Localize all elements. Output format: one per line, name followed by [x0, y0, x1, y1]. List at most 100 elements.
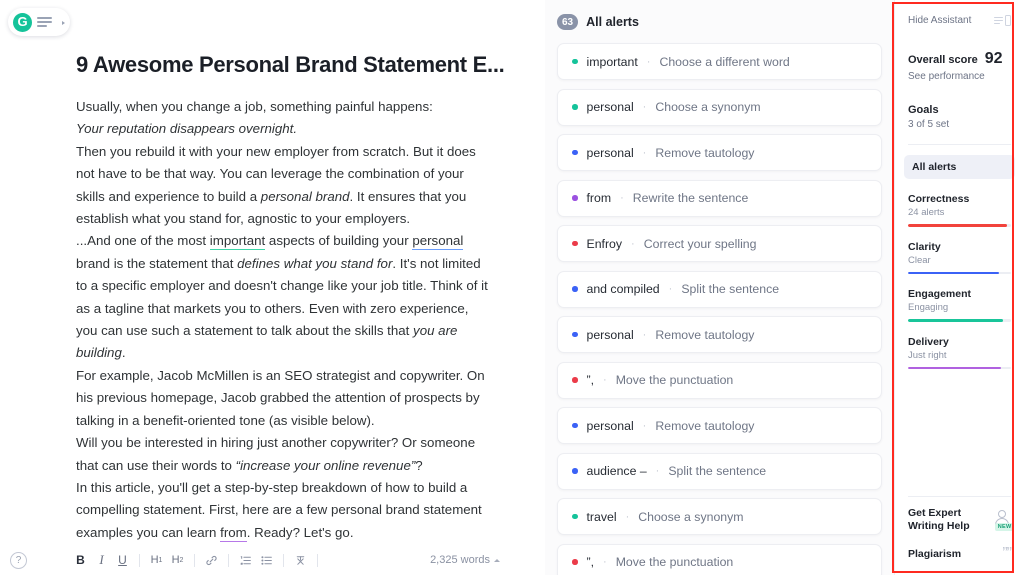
- person-icon: NEW: [994, 510, 1011, 530]
- score-category-status: Just right: [908, 350, 1011, 361]
- toolbar-divider: [139, 554, 140, 567]
- paragraph-2: Your reputation disappears overnight.: [76, 118, 488, 140]
- alert-action: Move the punctuation: [616, 373, 734, 387]
- h2-label: H: [172, 554, 180, 566]
- link-icon[interactable]: [201, 549, 222, 571]
- suggestion-underline-from[interactable]: from: [220, 525, 247, 542]
- suggestion-underline-important[interactable]: important: [210, 233, 265, 250]
- grammarly-logo-icon: G: [13, 13, 32, 32]
- sidebar-footer-divider: [908, 496, 1011, 497]
- hide-assistant-button[interactable]: Hide Assistant: [908, 0, 1011, 26]
- alert-action: Remove tautology: [655, 146, 754, 160]
- hamburger-menu-icon[interactable]: [37, 17, 52, 27]
- score-category-status: Engaging: [908, 302, 1011, 313]
- score-category[interactable]: Engagement Engaging: [908, 288, 1011, 322]
- alert-separator: ·: [643, 147, 647, 159]
- alert-severity-dot: [572, 241, 578, 247]
- paragraph-3-emphasis: personal brand: [261, 189, 350, 204]
- score-category[interactable]: ClarityClear: [908, 241, 1011, 275]
- expert-help-line-1: Get Expert: [908, 507, 970, 520]
- assistant-sidebar: Hide Assistant Overall score 92 See perf…: [894, 0, 1024, 575]
- alert-severity-dot: [572, 104, 578, 110]
- help-icon[interactable]: ?: [10, 552, 27, 569]
- bullet-list-icon[interactable]: [256, 549, 277, 571]
- alert-word: personal: [587, 328, 634, 342]
- sidebar-footer: Get Expert Writing Help NEW Plagiarism ”…: [908, 496, 1011, 575]
- score-category-bar: [908, 224, 1011, 227]
- alert-action: Move the punctuation: [616, 555, 734, 569]
- clear-formatting-icon[interactable]: [290, 549, 311, 571]
- expert-help-line-2: Writing Help: [908, 520, 970, 533]
- paragraph-4-part-c: brand is the statement that: [76, 256, 237, 271]
- new-badge: NEW: [995, 523, 1014, 531]
- heading-1-button[interactable]: H1: [146, 549, 167, 571]
- underline-button[interactable]: U: [112, 549, 133, 571]
- score-category-bar: [908, 367, 1011, 370]
- alert-word: from: [587, 191, 612, 205]
- alert-card[interactable]: audience –·Split the sentence: [557, 453, 882, 490]
- overall-score-value: 92: [985, 50, 1003, 68]
- plagiarism-button[interactable]: Plagiarism ””: [908, 546, 1011, 562]
- alert-card[interactable]: and compiled·Split the sentence: [557, 271, 882, 308]
- alert-card[interactable]: personal·Remove tautology: [557, 134, 882, 171]
- alert-action: Remove tautology: [655, 328, 754, 342]
- alert-card[interactable]: important·Choose a different word: [557, 43, 882, 80]
- alert-action: Choose a synonym: [638, 510, 743, 524]
- heading-2-button[interactable]: H2: [167, 549, 188, 571]
- alert-card[interactable]: Enfroy·Correct your spelling: [557, 225, 882, 262]
- paragraph-7-part-b: . Ready? Let's go.: [247, 525, 354, 540]
- logo-letter: G: [17, 15, 27, 28]
- toolbar-divider: [283, 554, 284, 567]
- score-category[interactable]: Correctness 24 alerts: [908, 193, 1011, 227]
- paragraph-1-text: Usually, when you change a job, somethin…: [76, 99, 433, 114]
- paragraph-3: Then you rebuild it with your new employ…: [76, 141, 488, 231]
- plagiarism-label: Plagiarism: [908, 548, 961, 561]
- suggestion-underline-personal[interactable]: personal: [412, 233, 463, 250]
- alert-word: ”,: [587, 555, 595, 569]
- toolbar-divider: [228, 554, 229, 567]
- alert-separator: ·: [603, 556, 607, 568]
- ordered-list-icon[interactable]: [235, 549, 256, 571]
- alert-card[interactable]: personal·Remove tautology: [557, 407, 882, 444]
- alert-action: Correct your spelling: [644, 237, 757, 251]
- alert-word: personal: [587, 100, 634, 114]
- alert-card[interactable]: personal·Choose a synonym: [557, 89, 882, 126]
- score-category-name: Delivery: [908, 336, 1011, 348]
- italic-button[interactable]: I: [91, 549, 112, 571]
- goals-section[interactable]: Goals 3 of 5 set: [908, 104, 1011, 130]
- alert-card[interactable]: ”,·Move the punctuation: [557, 362, 882, 399]
- alert-card[interactable]: travel·Choose a synonym: [557, 498, 882, 535]
- h1-sub: 1: [159, 557, 163, 564]
- expert-help-label: Get Expert Writing Help: [908, 507, 970, 533]
- alert-severity-dot: [572, 195, 578, 201]
- alert-card[interactable]: from·Rewrite the sentence: [557, 180, 882, 217]
- score-category-name: Correctness: [908, 193, 1011, 205]
- brand-menu-pill[interactable]: G: [8, 8, 70, 36]
- chevron-up-icon: [494, 559, 500, 562]
- document-body[interactable]: 9 Awesome Personal Brand Statement E... …: [76, 52, 488, 567]
- bold-button[interactable]: B: [70, 549, 91, 571]
- goals-title: Goals: [908, 104, 1011, 116]
- alert-card-list: important·Choose a different word persona…: [545, 43, 894, 575]
- alert-card[interactable]: personal·Remove tautology: [557, 316, 882, 353]
- word-count[interactable]: 2,325 words: [430, 554, 500, 566]
- sidebar-divider: [908, 144, 1011, 145]
- get-expert-writing-help-button[interactable]: Get Expert Writing Help NEW: [908, 507, 1011, 533]
- alert-severity-dot: [572, 559, 578, 565]
- sidebar-item-all-alerts[interactable]: All alerts: [904, 155, 1015, 179]
- alert-card[interactable]: ”, · Move the punctuation: [557, 544, 882, 575]
- see-performance-link[interactable]: See performance: [908, 71, 1011, 82]
- hide-assistant-label: Hide Assistant: [908, 15, 971, 26]
- formatting-controls: B I U H1 H2: [70, 549, 324, 571]
- score-category-name: Engagement: [908, 288, 1011, 300]
- score-category-status: 24 alerts: [908, 207, 1011, 218]
- score-categories: Correctness 24 alerts ClarityClear Engageme…: [908, 193, 1011, 369]
- alert-severity-dot: [572, 150, 578, 156]
- overall-score-section[interactable]: Overall score 92 See performance: [908, 50, 1011, 82]
- alerts-panel: 63 All alerts important·Choose a differe…: [545, 0, 894, 575]
- grammarly-editor-app: G 9 Awesome Personal Brand Statement E..…: [0, 0, 1024, 575]
- alert-word: and compiled: [587, 282, 660, 296]
- paragraph-4-part-e: .: [122, 345, 126, 360]
- alert-separator: ·: [603, 374, 607, 386]
- score-category[interactable]: Delivery Just right: [908, 336, 1011, 370]
